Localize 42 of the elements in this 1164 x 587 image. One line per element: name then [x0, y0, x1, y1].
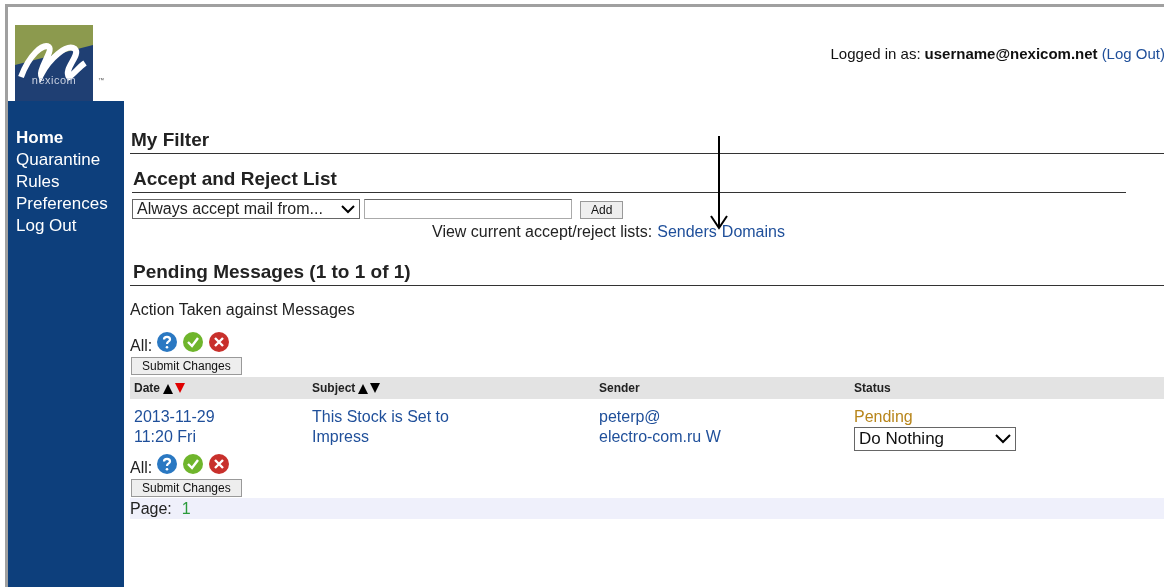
- username: username@nexicom.net: [924, 45, 1098, 64]
- sort-arrows-icon[interactable]: [358, 382, 381, 394]
- logo-icon: [15, 25, 93, 101]
- status-text: Pending: [854, 407, 914, 427]
- add-button[interactable]: Add: [580, 201, 624, 219]
- list-link[interactable]: Senders: [657, 223, 717, 241]
- help-icon[interactable]: [156, 331, 179, 353]
- reject-icon[interactable]: [208, 331, 231, 353]
- view-lists-label: View current accept/reject lists:: [432, 223, 653, 241]
- column-header[interactable]: Date: [134, 381, 160, 395]
- logout-link[interactable]: (Log Out): [1101, 45, 1164, 101]
- column-header[interactable]: Status: [854, 381, 891, 395]
- all-label: All:: [130, 337, 153, 355]
- action-text: Action Taken against Messages: [130, 301, 356, 319]
- submit-changes-button[interactable]: Submit Changes: [131, 357, 242, 375]
- address-field[interactable]: [364, 199, 572, 219]
- logged-in-label: Logged in as:: [830, 45, 921, 64]
- column-header[interactable]: Sender: [599, 381, 640, 395]
- page-title: My Filter: [130, 129, 211, 151]
- logo-text: nexicom: [30, 74, 78, 86]
- chevron-down-icon[interactable]: [995, 434, 1011, 444]
- sort-arrows-icon[interactable]: [163, 382, 185, 394]
- section-title: Accept and Reject List: [133, 168, 338, 190]
- all-label: All:: [130, 459, 153, 477]
- nav-link[interactable]: Quarantine: [16, 149, 124, 171]
- chevron-down-icon[interactable]: [341, 204, 355, 214]
- list-link[interactable]: Domains: [721, 223, 785, 241]
- nav-link[interactable]: Preferences: [16, 193, 124, 215]
- submit-changes-button[interactable]: Submit Changes: [131, 479, 242, 497]
- nav-link[interactable]: Rules: [16, 171, 124, 193]
- section-title: Pending Messages (1 to 1 of 1): [133, 261, 412, 283]
- action-select[interactable]: Do Nothing: [854, 427, 1016, 451]
- date-cell-text: 2013-11-29 11:20 Fri: [133, 407, 216, 447]
- reject-icon[interactable]: [208, 453, 231, 475]
- subject-link[interactable]: This Stock is Set to Impress: [308, 407, 595, 451]
- page-label: Page:: [130, 499, 172, 518]
- sender-link[interactable]: peterp@ electro-com.ru W: [595, 407, 850, 451]
- column-header[interactable]: Subject: [312, 381, 356, 395]
- list-mode-select[interactable]: Always accept mail from...: [132, 199, 360, 219]
- nav-link[interactable]: Log Out: [16, 215, 124, 237]
- nav-link[interactable]: Home: [16, 127, 124, 149]
- help-icon[interactable]: [156, 453, 179, 475]
